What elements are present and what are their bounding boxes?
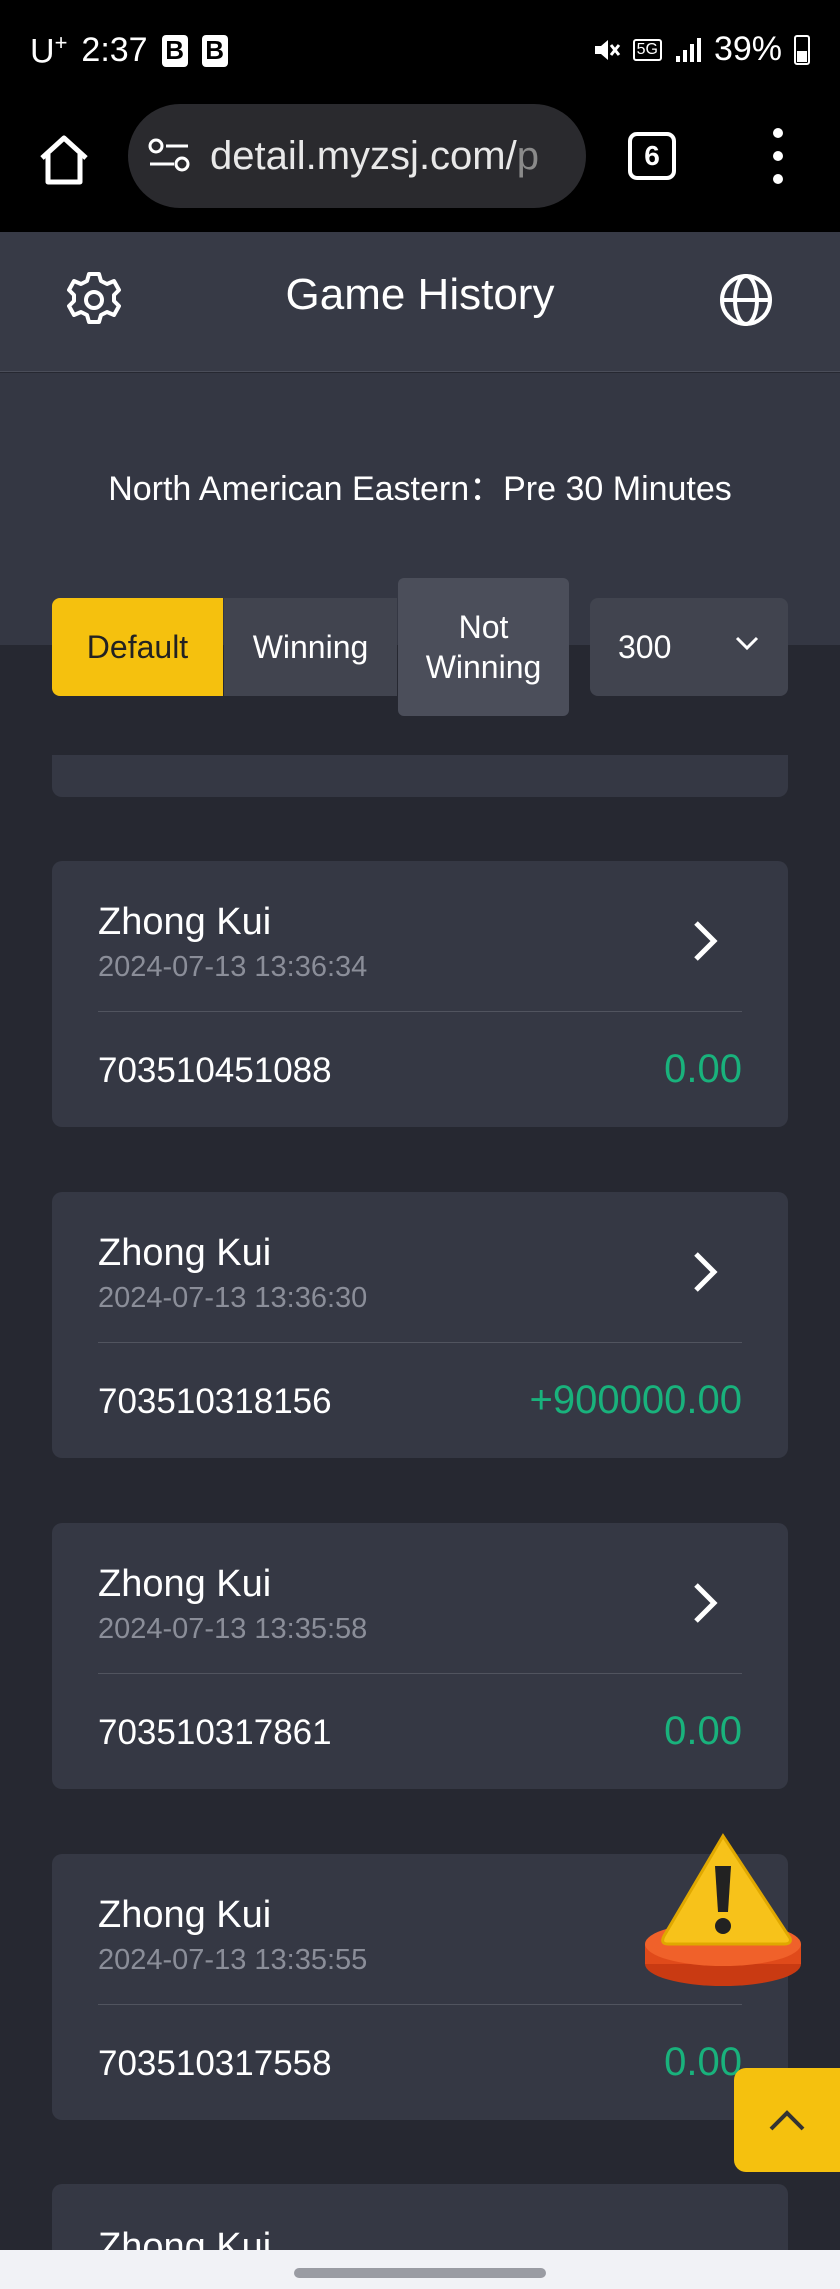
order-id: 703510317558	[98, 2044, 332, 2083]
game-timestamp: 2024-07-13 13:35:58	[98, 1613, 368, 1645]
battery-icon	[794, 34, 810, 65]
timezone-label: North American Eastern：Pre 30 Minutes	[108, 470, 732, 508]
divider	[98, 1342, 742, 1343]
status-right: 5G 39%	[591, 30, 810, 69]
home-gesture-handle[interactable]	[294, 2268, 546, 2278]
home-icon[interactable]	[34, 130, 94, 190]
filter-not-winning-button[interactable]: Not Winning	[398, 578, 569, 716]
url-text: detail.myzsj.com/p	[210, 133, 539, 178]
divider	[98, 1011, 742, 1012]
not-winning-line1: Not	[458, 609, 509, 645]
list-item[interactable]: Zhong Kui 2024-07-13 13:35:58 7035103178…	[52, 1523, 788, 1789]
list-item[interactable]: Zhong Kui 2024-07-13 13:36:30 7035103181…	[52, 1192, 788, 1458]
order-id: 703510451088	[98, 1051, 332, 1090]
list-item-partial-top	[52, 755, 788, 797]
status-bar: U+ 2:37 B B 5G 39%	[0, 0, 840, 100]
b-app-icon: B	[161, 34, 188, 67]
win-amount: 0.00	[664, 2040, 742, 2084]
game-name: Zhong Kui	[98, 1232, 272, 1274]
divider	[98, 2004, 742, 2005]
mute-icon	[594, 39, 620, 60]
win-amount: 0.00	[664, 1709, 742, 1753]
network-5g-icon: 5G	[632, 38, 662, 61]
game-timestamp: 2024-07-13 13:36:34	[98, 951, 368, 983]
carrier-label: U+	[30, 30, 68, 71]
win-amount: 0.00	[664, 1047, 742, 1091]
order-id: 703510317861	[98, 1713, 332, 1752]
chevron-up-icon	[769, 2110, 805, 2131]
game-timestamp: 2024-07-13 13:36:30	[98, 1282, 368, 1314]
warning-alert-icon[interactable]	[640, 1826, 806, 1992]
count-select-value: 300	[618, 628, 672, 665]
chevron-right-icon[interactable]	[686, 1246, 726, 1298]
game-name: Zhong Kui	[98, 901, 272, 943]
globe-icon[interactable]	[718, 272, 774, 328]
app-header: Game History	[0, 232, 840, 372]
page-title: Game History	[285, 270, 555, 319]
address-bar[interactable]: detail.myzsj.com/p	[128, 104, 586, 208]
chevron-down-icon	[735, 636, 759, 651]
tab-switcher-button[interactable]: 6	[628, 132, 676, 180]
filter-default-button[interactable]: Default	[52, 598, 223, 696]
signal-icon	[675, 37, 701, 62]
status-left: U+ 2:37 B B	[30, 30, 228, 71]
battery-percent: 39%	[713, 30, 782, 68]
site-settings-icon[interactable]	[148, 136, 192, 176]
b-app-icon-2: B	[201, 34, 228, 67]
clock: 2:37	[81, 31, 148, 70]
order-id: 703510318156	[98, 1382, 332, 1421]
scroll-to-top-button[interactable]	[734, 2068, 840, 2172]
game-timestamp: 2024-07-13 13:35:55	[98, 1944, 368, 1976]
browser-toolbar: detail.myzsj.com/p 6	[0, 100, 840, 232]
game-name: Zhong Kui	[98, 1894, 272, 1936]
filter-winning-button[interactable]: Winning	[224, 598, 397, 696]
list-item[interactable]: Zhong Kui 2024-07-13 13:36:34 7035104510…	[52, 861, 788, 1127]
count-select[interactable]: 300	[590, 598, 788, 696]
game-name: Zhong Kui	[98, 1563, 272, 1605]
chevron-right-icon[interactable]	[686, 1577, 726, 1629]
win-amount: +900000.00	[529, 1378, 742, 1422]
chevron-right-icon[interactable]	[686, 915, 726, 967]
more-menu-icon[interactable]	[764, 128, 792, 184]
system-nav-bar	[0, 2250, 840, 2289]
divider	[98, 1673, 742, 1674]
not-winning-line2: Winning	[425, 649, 542, 685]
